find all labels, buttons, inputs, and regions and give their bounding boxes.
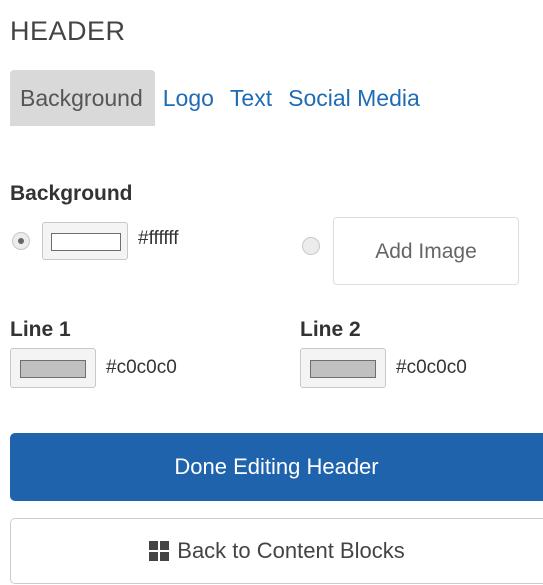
done-editing-header-button[interactable]: Done Editing Header bbox=[10, 433, 543, 501]
line2-color-swatch bbox=[310, 360, 376, 378]
line1-color-picker-button[interactable] bbox=[10, 348, 96, 388]
grid-icon bbox=[149, 541, 170, 561]
line2-label: Line 2 bbox=[300, 318, 361, 341]
section-title: HEADER bbox=[10, 16, 126, 46]
tab-logo[interactable]: Logo bbox=[155, 70, 222, 126]
line2-color-hex: #c0c0c0 bbox=[396, 357, 467, 378]
background-image-radio[interactable] bbox=[302, 237, 320, 255]
background-color-radio[interactable] bbox=[12, 232, 30, 250]
tab-background[interactable]: Background bbox=[10, 70, 155, 126]
background-color-picker-button[interactable] bbox=[42, 222, 128, 260]
back-to-content-blocks-button[interactable]: Back to Content Blocks bbox=[10, 518, 543, 584]
add-image-button[interactable]: Add Image bbox=[333, 217, 519, 285]
line1-label: Line 1 bbox=[10, 318, 71, 341]
background-label: Background bbox=[10, 182, 133, 205]
background-color-swatch bbox=[51, 233, 121, 251]
tab-text[interactable]: Text bbox=[222, 70, 280, 126]
header-editor-panel: HEADER Background Logo Text Social Media… bbox=[0, 0, 543, 585]
back-button-label: Back to Content Blocks bbox=[177, 538, 405, 563]
background-color-hex: #ffffff bbox=[138, 228, 179, 249]
tab-social-media[interactable]: Social Media bbox=[280, 70, 428, 126]
line1-color-swatch bbox=[20, 360, 86, 378]
tab-bar: Background Logo Text Social Media bbox=[10, 70, 428, 126]
line2-color-picker-button[interactable] bbox=[300, 348, 386, 388]
line1-color-hex: #c0c0c0 bbox=[106, 357, 177, 378]
